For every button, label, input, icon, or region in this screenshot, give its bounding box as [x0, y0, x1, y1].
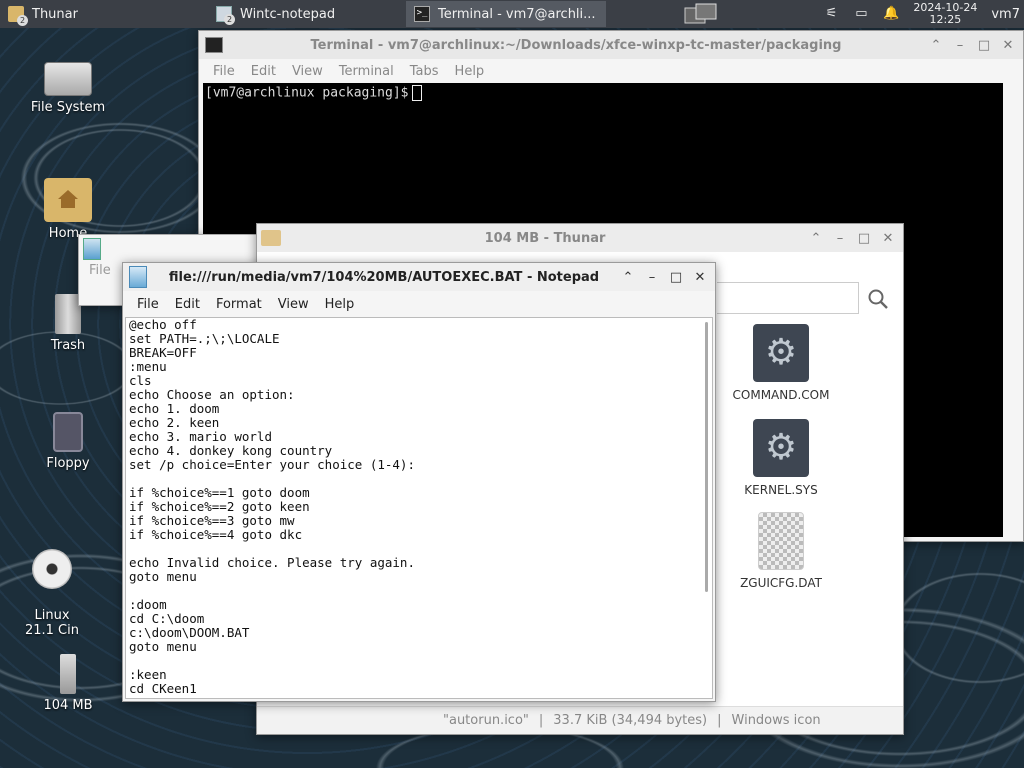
minimize-button[interactable]: –	[953, 38, 967, 53]
thunar-titlebar[interactable]: 104 MB - Thunar ⌃ – □ ✕	[257, 224, 903, 252]
file-name: KERNEL.SYS	[744, 483, 818, 497]
terminal-prompt: [vm7@archlinux packaging]$	[205, 85, 409, 101]
user-menu[interactable]: vm7	[991, 7, 1020, 22]
drive-icon	[44, 62, 92, 96]
terminal-cursor	[411, 85, 422, 101]
menu-help[interactable]: Help	[317, 297, 363, 312]
file-item-kernel-sys[interactable]: ⚙ KERNEL.SYS	[721, 419, 841, 497]
notepad-icon: 2	[216, 6, 235, 25]
folder-icon: 2	[8, 6, 28, 26]
menu-edit[interactable]: Edit	[167, 297, 208, 312]
file-item-zguicfg-dat[interactable]: ZGUICFG.DAT	[721, 512, 841, 590]
desktop-icon-linux-cd[interactable]: Linux 21.1 Cin	[2, 534, 102, 653]
status-separator: |	[538, 713, 544, 728]
desktop-icon-label: 104 MB	[43, 698, 93, 713]
shade-button[interactable]: ⌃	[621, 270, 635, 285]
menu-file[interactable]: File	[205, 64, 243, 79]
status-filetype: Windows icon	[731, 713, 821, 728]
status-filesize: 33.7 KiB (34,494 bytes)	[553, 713, 708, 728]
editor-content[interactable]: @echo off set PATH=.;\;\LOCALE BREAK=OFF…	[126, 318, 712, 698]
menu-file[interactable]: File	[129, 297, 167, 312]
maximize-button[interactable]: □	[669, 270, 683, 285]
maximize-button[interactable]: □	[977, 38, 991, 53]
task-label: Terminal - vm7@archli...	[438, 6, 596, 22]
battery-icon[interactable]: ▭	[853, 6, 869, 22]
search-icon[interactable]	[867, 288, 889, 310]
file-item-command-com[interactable]: ⚙ COMMAND.COM	[721, 324, 841, 402]
generic-file-icon	[758, 512, 804, 570]
desktop-icon-label: Floppy	[46, 456, 90, 471]
desktop-icon-label: File System	[30, 100, 106, 115]
file-name: COMMAND.COM	[732, 388, 830, 402]
status-bar: "autorun.ico" | 33.7 KiB (34,494 bytes) …	[257, 706, 903, 734]
disc-icon	[32, 549, 72, 589]
terminal-menubar: File Edit View Terminal Tabs Help	[199, 59, 1023, 83]
notification-bell-icon[interactable]: 🔔	[883, 6, 899, 22]
gear-icon: ⚙	[753, 324, 809, 382]
menu-view[interactable]: View	[270, 297, 317, 312]
notepad-menubar: File Edit Format View Help	[123, 291, 715, 317]
terminal-icon	[205, 37, 223, 53]
desktop-icon-104mb[interactable]: 104 MB	[18, 654, 118, 713]
menu-terminal[interactable]: Terminal	[331, 64, 402, 79]
vertical-scrollbar[interactable]	[705, 322, 708, 592]
workspace-switcher-icon[interactable]	[684, 3, 718, 25]
notepad-back-titlebar[interactable]	[79, 235, 257, 263]
network-disabled-icon[interactable]: ⚟	[823, 6, 839, 22]
task-label: Thunar	[32, 6, 78, 22]
close-button[interactable]: ✕	[693, 270, 707, 285]
notepad-titlebar[interactable]: file:///run/media/vm7/104%20MB/AUTOEXEC.…	[123, 263, 715, 291]
desktop-icon-home[interactable]: Home	[18, 178, 118, 241]
folder-icon	[261, 230, 281, 246]
menu-edit[interactable]: Edit	[243, 64, 284, 79]
close-button[interactable]: ✕	[881, 231, 895, 246]
shade-button[interactable]: ⌃	[929, 38, 943, 53]
minimize-button[interactable]: –	[833, 231, 847, 246]
desktop-icon-label: Trash	[50, 338, 86, 353]
desktop-icon-file-system[interactable]: File System	[18, 58, 118, 115]
maximize-button[interactable]: □	[857, 231, 871, 246]
window-count-badge: 2	[17, 15, 28, 26]
desktop-icon-floppy[interactable]: Floppy	[18, 412, 118, 471]
location-bar[interactable]	[717, 282, 859, 314]
top-panel: 2 Thunar 2 Wintc-notepad >_ Terminal - v…	[0, 0, 1024, 28]
terminal-icon: >_	[414, 6, 430, 22]
window-title: 104 MB - Thunar	[484, 230, 606, 246]
window-title: file:///run/media/vm7/104%20MB/AUTOEXEC.…	[168, 269, 600, 285]
gear-icon: ⚙	[753, 419, 809, 477]
file-name: ZGUICFG.DAT	[740, 576, 822, 590]
minimize-button[interactable]: –	[645, 270, 659, 285]
task-wintc-notepad[interactable]: 2 Wintc-notepad	[208, 1, 404, 27]
menu-format[interactable]: Format	[208, 297, 270, 312]
menu-help[interactable]: Help	[447, 64, 493, 79]
notepad-icon	[129, 266, 147, 288]
menu-tabs[interactable]: Tabs	[402, 64, 447, 79]
clock[interactable]: 2024-10-24 12:25	[913, 2, 977, 26]
task-terminal[interactable]: >_ Terminal - vm7@archli...	[406, 1, 606, 27]
clock-time: 12:25	[929, 13, 962, 26]
terminal-titlebar[interactable]: Terminal - vm7@archlinux:~/Downloads/xfc…	[199, 31, 1023, 59]
window-title: Terminal - vm7@archlinux:~/Downloads/xfc…	[310, 37, 842, 53]
notepad-window[interactable]: file:///run/media/vm7/104%20MB/AUTOEXEC.…	[122, 262, 716, 702]
shade-button[interactable]: ⌃	[809, 231, 823, 246]
desktop-icon-label: Linux 21.1 Cin	[24, 608, 79, 638]
task-label: Wintc-notepad	[240, 6, 336, 22]
close-button[interactable]: ✕	[1001, 38, 1015, 53]
task-thunar[interactable]: 2 Thunar	[0, 1, 206, 27]
usb-drive-icon	[60, 654, 76, 694]
window-count-badge: 2	[224, 14, 235, 25]
floppy-icon	[53, 412, 83, 452]
notepad-icon	[83, 238, 101, 260]
home-folder-icon	[44, 178, 92, 222]
house-icon	[58, 190, 78, 208]
text-editor[interactable]: @echo off set PATH=.;\;\LOCALE BREAK=OFF…	[125, 317, 713, 699]
menu-view[interactable]: View	[284, 64, 331, 79]
status-separator: |	[717, 713, 722, 728]
status-filename: "autorun.ico"	[443, 713, 529, 728]
